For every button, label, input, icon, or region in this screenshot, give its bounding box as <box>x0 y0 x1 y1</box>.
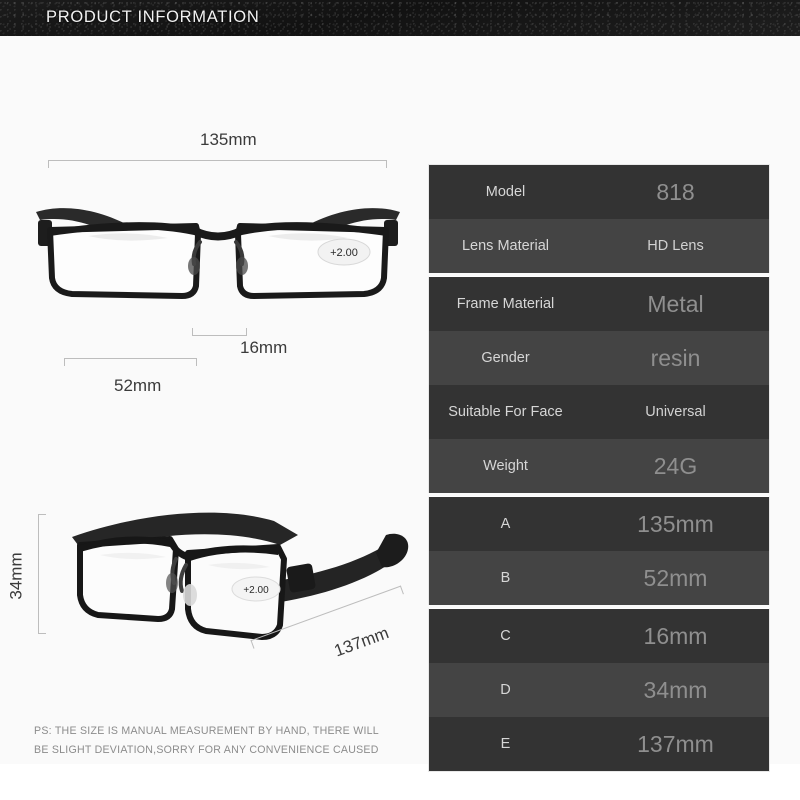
spec-label: Suitable For Face <box>448 404 563 420</box>
spec-value: 24G <box>653 452 698 479</box>
spec-group: A 135mm B 52mm <box>428 496 770 605</box>
lens-power-marking-front: +2.00 <box>330 247 358 259</box>
product-information-page: PRODUCT INFORMATION 135mm +2.00 16mm 52m… <box>0 0 800 800</box>
spec-row: Gender resin <box>429 331 769 385</box>
spec-label: Gender <box>481 350 530 366</box>
content-area: 135mm +2.00 16mm 52mm 34mm +2.00 137mm P… <box>0 36 800 772</box>
spec-value: Universal <box>645 404 706 420</box>
spec-value: HD Lens <box>647 238 704 254</box>
spec-row: E 137mm <box>429 717 769 771</box>
spec-label: B <box>500 570 511 586</box>
spec-row: C 16mm <box>429 609 769 663</box>
spec-label: Weight <box>483 458 528 474</box>
spec-value: 34mm <box>643 676 708 703</box>
spec-label: Model <box>485 184 526 200</box>
disclaimer-line-2: BE SLIGHT DEVIATION,SORRY FOR ANY CONVEN… <box>34 744 379 756</box>
spec-label: C <box>500 628 511 644</box>
spec-label: Lens Material <box>461 238 550 254</box>
page-title: PRODUCT INFORMATION <box>46 8 260 26</box>
spec-row: Frame Material Metal <box>429 277 769 331</box>
spec-row: Weight 24G <box>429 439 769 493</box>
spec-value: 818 <box>656 178 695 205</box>
spec-value: resin <box>650 344 701 371</box>
disclaimer-line-1: PS: THE SIZE IS MANUAL MEASUREMENT BY HA… <box>34 725 379 737</box>
spec-row: A 135mm <box>429 497 769 551</box>
spec-row: D 34mm <box>429 663 769 717</box>
spec-value: 135mm <box>637 510 714 537</box>
spec-value: 137mm <box>637 730 714 757</box>
dimension-bracket-16mm <box>192 328 247 336</box>
spec-label: E <box>500 736 511 752</box>
spec-value: 52mm <box>643 564 708 591</box>
dimension-label-16mm: 16mm <box>240 338 288 357</box>
header-banner: PRODUCT INFORMATION <box>0 0 800 36</box>
measurement-disclaimer: PS: THE SIZE IS MANUAL MEASUREMENT BY HA… <box>34 722 414 760</box>
spec-value: Metal <box>647 290 704 317</box>
spec-group: Frame Material Metal Gender resin Suitable F… <box>428 276 770 493</box>
spec-value: 16mm <box>643 622 708 649</box>
spec-label: Frame Material <box>456 296 555 312</box>
dimension-label-34mm: 34mm <box>6 552 26 600</box>
lens-power-marking-angled: +2.00 <box>243 585 269 596</box>
spec-row: Lens Material HD Lens <box>429 219 769 273</box>
spec-group: Model 818 Lens Material HD Lens <box>428 164 770 273</box>
specification-table: Model 818 Lens Material HD Lens Frame Materi… <box>428 164 770 772</box>
spec-row: B 52mm <box>429 551 769 605</box>
spec-row: Model 818 <box>429 165 769 219</box>
spec-label: D <box>500 682 511 698</box>
eyeglasses-front-view-image: +2.00 <box>28 186 408 316</box>
dimension-bracket-52mm <box>64 358 197 366</box>
dimension-label-135mm: 135mm <box>200 130 257 149</box>
dimension-bracket-135mm <box>48 160 387 168</box>
dimension-label-52mm: 52mm <box>114 376 162 395</box>
spec-label: A <box>500 516 511 532</box>
spec-row: Suitable For Face Universal <box>429 385 769 439</box>
spec-group: C 16mm D 34mm E 137mm <box>428 608 770 772</box>
